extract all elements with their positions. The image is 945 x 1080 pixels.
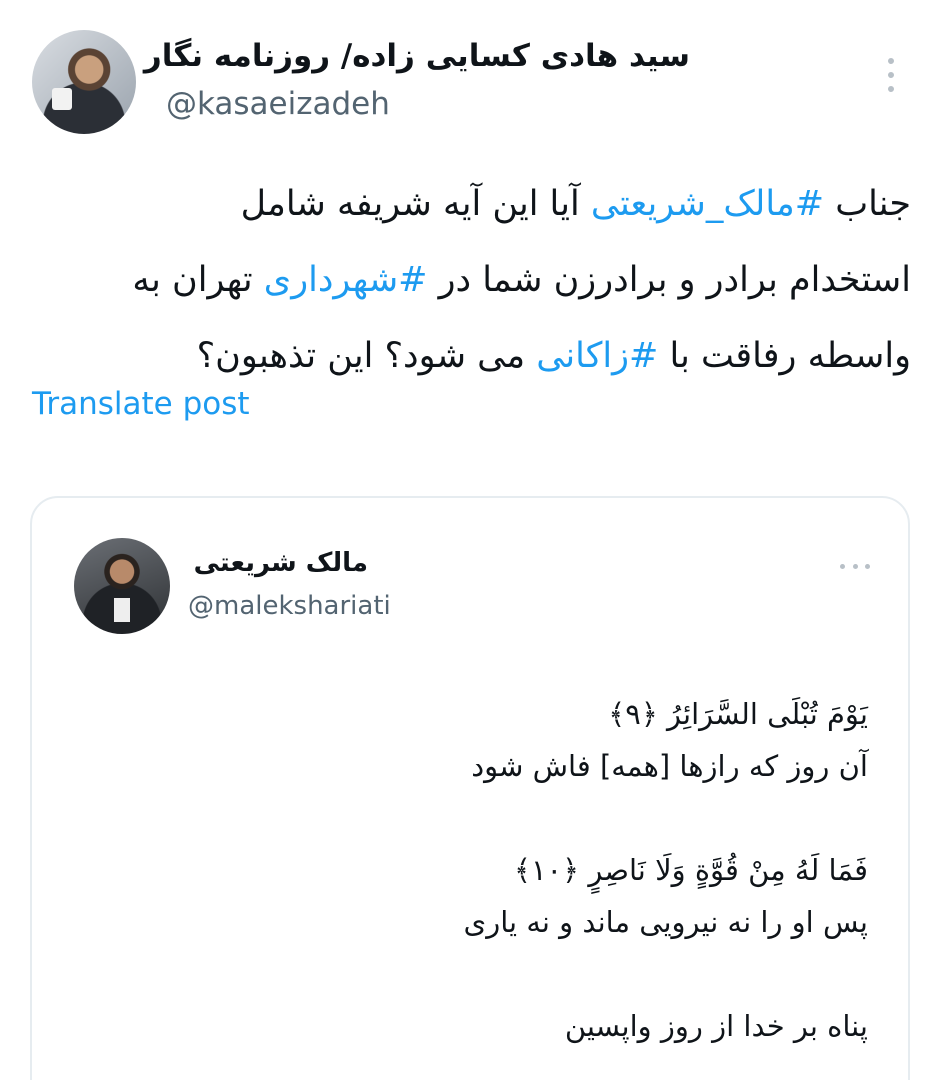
more-horizontal-icon[interactable] [840, 564, 870, 570]
quoted-author-avatar[interactable] [74, 538, 170, 634]
dot [888, 72, 894, 78]
quoted-post-text: يَوْمَ تُبْلَى السَّرَائِرُ ﴿٩﴾ آن روز ک… [68, 688, 869, 1052]
dot [840, 564, 845, 569]
quoted-handle[interactable]: @malekshariati [188, 591, 391, 621]
text-segment: استخدام برادر و برادرزن شما در [427, 260, 911, 300]
author-handle[interactable]: @kasaeizadeh [166, 86, 390, 122]
dot [888, 58, 894, 64]
post-text: جناب #مالک_شریعتی آیا این آیه شریفه شامل… [31, 166, 911, 394]
more-vertical-icon[interactable] [884, 58, 898, 92]
closing-line: پناه بر خدا از روز واپسین [564, 1009, 868, 1043]
quoted-display-name[interactable]: مالک شریعتی [194, 548, 368, 578]
text-segment: آیا این آیه شریفه شامل [240, 184, 591, 224]
hashtag-link[interactable]: #زاکانی [536, 336, 658, 376]
verse-line: فَمَا لَهُ مِنْ قُوَّةٍ وَلَا نَاصِرٍ ﴿١… [513, 853, 868, 887]
avatar-cup-detail [52, 88, 72, 110]
author-display-name[interactable]: سید هادی کسایی زاده/ روزنامه نگار [144, 38, 690, 74]
post-line-1: جناب #مالک_شریعتی آیا این آیه شریفه شامل [31, 166, 911, 242]
hashtag-link[interactable]: #شهرداری [264, 260, 428, 300]
hashtag-link[interactable]: #مالک_شریعتی [591, 184, 824, 224]
text-segment: واسطه رفاقت با [658, 336, 911, 376]
translation-line: آن روز که رازها [همه] فاش شود [471, 749, 868, 783]
verse-line: يَوْمَ تُبْلَى السَّرَائِرُ ﴿٩﴾ [608, 697, 868, 731]
post-line-2: استخدام برادر و برادرزن شما در #شهرداری … [31, 242, 911, 318]
text-segment: تهران به [132, 260, 264, 300]
author-avatar[interactable] [32, 30, 136, 134]
dot [888, 86, 894, 92]
tweet: سید هادی کسایی زاده/ روزنامه نگار @kasae… [0, 0, 945, 1080]
text-segment: می شود؟ این تذهبون؟ [196, 336, 537, 376]
dot [852, 564, 858, 569]
dot [865, 564, 870, 569]
translate-post-link[interactable]: Translate post [32, 386, 250, 422]
text-segment: جناب [824, 184, 911, 224]
quoted-post-card[interactable]: مالک شریعتی @malekshariati يَوْمَ تُبْلَ… [30, 496, 910, 1080]
post-line-3: واسطه رفاقت با #زاکانی می شود؟ این تذهبو… [31, 318, 911, 394]
translation-line: پس او را نه نیرویی ماند و نه یاری [463, 905, 869, 939]
avatar-paper-detail [114, 598, 130, 622]
